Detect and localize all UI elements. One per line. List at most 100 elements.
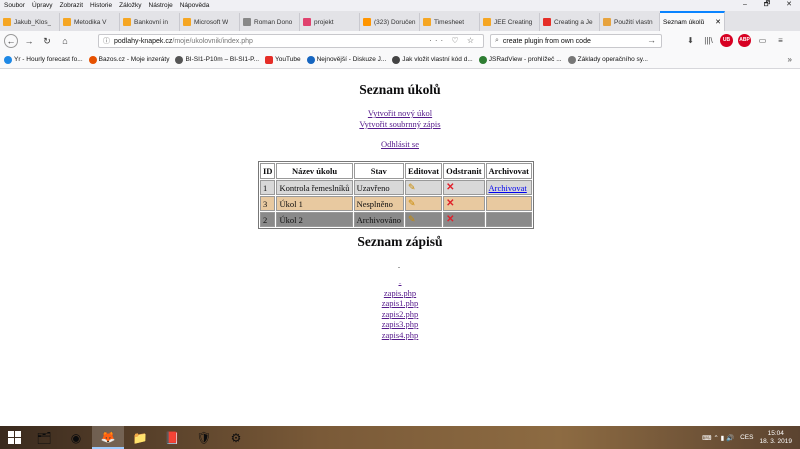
tab-7[interactable]: Timesheet [420,13,480,31]
bookmark-label: Nejnovější - Diskuze J... [316,56,387,63]
tab-active[interactable]: Seznam úkolů ✕ [660,11,725,31]
bookmark-kod[interactable]: Jak vložit vlastní kód d... [392,55,473,64]
tab-label: JEE Creating [494,18,533,26]
cell-state: Uzavřeno [353,180,404,195]
taskbar-settings-icon[interactable]: ⚙ [220,426,252,449]
delete-x-icon[interactable]: ✕ [446,198,454,209]
youtube-icon [265,55,274,64]
edit-pencil-icon[interactable]: ✎ [408,182,416,192]
windows-logo-icon [7,431,21,444]
bookmark-bisi[interactable]: BI-SI1-P10m – BI-SI1-P... [175,55,259,64]
note-link-parent[interactable]: .. [399,280,402,286]
note-link[interactable]: zapis2.php [382,309,419,319]
tab-favicon-icon [363,18,371,26]
note-link[interactable]: zapis.php [384,288,416,298]
menu-view[interactable]: Zobrazit [60,2,83,9]
bookmark-label: YouTube [275,56,301,63]
archive-link[interactable]: Archivovat [489,183,527,193]
tab-favicon-icon [243,18,251,26]
search-go-icon[interactable]: → [647,35,656,45]
menu-history[interactable]: Historie [90,2,112,9]
taskbar-acrobat-icon[interactable]: 📕 [156,426,188,449]
window-controls: – 🗗 ✕ [734,0,800,11]
note-link[interactable]: zapis4.php [382,330,419,340]
minimize-button[interactable]: – [734,0,756,11]
adblock-icon[interactable]: ABP [738,34,751,47]
edit-pencil-icon[interactable]: ✎ [408,214,416,224]
new-summary-link[interactable]: Vytvořit soubrnný zápis [359,119,440,129]
tab-10[interactable]: Použití vlastn [600,13,660,31]
taskbar-security-icon[interactable]: 🛡 [188,426,220,449]
note-link[interactable]: zapis1.php [382,298,419,308]
note-link[interactable]: zapis3.php [382,319,419,329]
cell-state: Archivováno [353,212,404,227]
tray-icons[interactable]: ⌨ ⌃ ▮ 🔊 [702,434,734,442]
language-indicator[interactable]: CES [740,434,753,441]
tab-0[interactable]: Jakub_Klos_ [0,13,60,31]
reload-button[interactable]: ↻ [40,34,54,48]
start-button[interactable] [0,426,28,449]
col-edit: Editovat [404,163,443,179]
bookmark-jsradview[interactable]: JSRadView - prohlížeč ... [478,55,562,64]
menu-file[interactable]: Soubor [4,2,25,9]
menu-bookmarks[interactable]: Záložky [119,2,141,9]
cell-id: 1 [260,180,276,195]
forward-button[interactable]: → [22,34,36,48]
back-button[interactable]: ← [4,34,18,48]
menu-help[interactable]: Nápověda [180,2,210,9]
bookmark-youtube[interactable]: YouTube [265,55,301,64]
hamburger-menu-icon[interactable]: ≡ [774,34,787,47]
bookmark-bazos[interactable]: Bazos.cz - Moje inzeráty [88,55,169,64]
menu-edit[interactable]: Úpravy [32,2,53,9]
home-icon: ⌂ [62,36,68,46]
new-task-link[interactable]: Vytvořit nový úkol [368,108,432,118]
bookmark-favicon-icon [478,55,487,64]
tab-3[interactable]: Microsoft W [180,13,240,31]
bookmark-favicon-icon [175,55,184,64]
downloads-icon[interactable]: ⬇ [684,34,697,47]
tab-9[interactable]: Creating a Je [540,13,600,31]
sidebar-icon[interactable]: ▭ [756,34,769,47]
taskbar-firefox-icon[interactable]: 🦊 [92,426,124,449]
notes-dot[interactable]: . [397,262,401,270]
bookmarks-bar: Yr - Hourly forecast fo... Bazos.cz - Mo… [0,51,800,69]
taskbar-folder-icon[interactable]: 📁 [124,426,156,449]
bookmark-zaklady[interactable]: Základy operačního sy... [567,55,648,64]
close-tab-icon[interactable]: ✕ [715,18,721,26]
taskbar-explorer-icon[interactable]: 🗂 [28,426,60,449]
clock[interactable]: 15:04 18. 3. 2019 [759,430,792,446]
edit-pencil-icon[interactable]: ✎ [408,198,416,208]
home-button[interactable]: ⌂ [58,34,72,48]
nav-bar: ← → ↻ ⌂ ⓘ podlahy-knapek.cz/moje/ukolovn… [0,31,800,51]
tab-6[interactable]: (323) Doručení [360,13,420,31]
page-actions-icon[interactable]: ··· ♡ ☆ [429,36,477,45]
tab-favicon-icon [183,18,191,26]
tab-2[interactable]: Bankovní in [120,13,180,31]
delete-x-icon[interactable]: ✕ [446,182,454,193]
table-row: 1 Kontrola řemeslníků Uzavřeno ✎ ✕ Archi… [260,180,532,195]
tab-5[interactable]: projekt [300,13,360,31]
tab-1[interactable]: Metodika V [60,13,120,31]
library-icon[interactable]: |||\ [702,34,715,47]
tab-favicon-icon [543,18,551,26]
logout-link[interactable]: Odhlásit se [381,139,419,149]
col-id: ID [260,163,276,179]
close-window-button[interactable]: ✕ [778,0,800,11]
restore-button[interactable]: 🗗 [756,0,778,11]
delete-x-icon[interactable]: ✕ [446,214,454,225]
table-row: 2 Úkol 2 Archivováno ✎ ✕ [260,212,532,227]
search-input[interactable]: ⌕ create plugin from own code → [490,34,662,48]
tab-4[interactable]: Roman Dono [240,13,300,31]
col-archive: Archivovat [485,163,532,179]
taskbar-chrome-icon[interactable]: ◉ [60,426,92,449]
bookmark-yr[interactable]: Yr - Hourly forecast fo... [4,55,83,64]
cell-archive [485,196,532,211]
bookmark-diskuze[interactable]: Nejnovější - Diskuze J... [306,55,387,64]
bookmarks-more-icon[interactable]: » [788,55,792,64]
url-bar[interactable]: ⓘ podlahy-knapek.cz/moje/ukolovnik/index… [98,34,484,48]
ublock-icon[interactable]: UB [720,34,733,47]
arrow-right-icon: → [24,36,34,46]
tab-8[interactable]: JEE Creating [480,13,540,31]
menu-tools[interactable]: Nástroje [149,2,173,9]
bookmark-favicon-icon [4,55,12,64]
